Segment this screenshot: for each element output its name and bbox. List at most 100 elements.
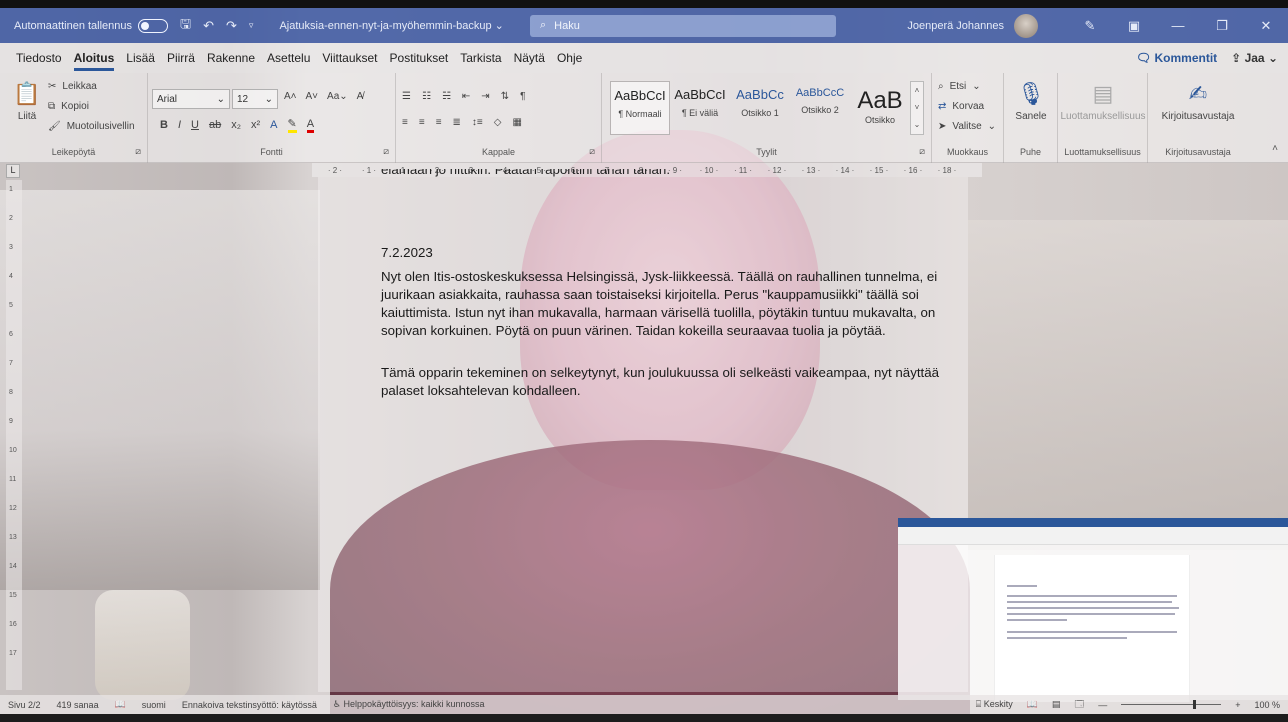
document-name[interactable]: Ajatuksia-ennen-nyt-ja-myöhemmin-backup …	[279, 19, 503, 32]
tab-review[interactable]: Tarkista	[454, 51, 507, 65]
paragraph-1[interactable]: Nyt olen Itis-ostoskeskuksessa Helsingis…	[381, 268, 941, 340]
paragraph-2[interactable]: Tämä opparin tekeminen on selkeytynyt, k…	[381, 364, 941, 400]
zoom-in-icon[interactable]: +	[1235, 700, 1240, 710]
zoom-level[interactable]: 100 %	[1254, 700, 1280, 710]
language[interactable]: suomi	[142, 700, 166, 710]
align-left-icon[interactable]: ≡	[402, 117, 408, 128]
web-layout-icon[interactable]: 🗔	[1074, 697, 1084, 713]
autosave-control[interactable]: Automaattinen tallennus	[14, 18, 169, 33]
sensitivity-button[interactable]: ▤ Luottamuksellisuus	[1058, 81, 1148, 122]
format-painter-button[interactable]: 🖌 Muotoilusivellin	[48, 121, 135, 132]
pilcrow-icon[interactable]: ¶	[520, 91, 525, 102]
select-button[interactable]: ➤ Valitse ⌄	[938, 121, 996, 132]
multilevel-list-icon[interactable]: ☵	[442, 91, 451, 102]
tab-home[interactable]: Aloitus	[68, 51, 121, 71]
proofing-icon[interactable]: 📖	[115, 699, 126, 710]
tab-selector[interactable]: L	[6, 164, 20, 178]
tab-references[interactable]: Viittaukset	[316, 51, 383, 65]
shading-icon[interactable]: ◇	[494, 117, 502, 128]
restore-icon[interactable]: ❐	[1200, 18, 1244, 34]
autosave-toggle[interactable]	[138, 18, 169, 33]
tab-design[interactable]: Rakenne	[201, 51, 261, 65]
print-layout-icon[interactable]: ▤	[1052, 699, 1061, 710]
line-spacing-icon[interactable]: ↕≡	[472, 117, 483, 128]
collapse-ribbon-icon[interactable]: ˄	[1272, 143, 1278, 154]
entry-date[interactable]: 7.2.2023	[381, 245, 433, 260]
zoom-out-icon[interactable]: —	[1098, 700, 1107, 710]
paste-button[interactable]: 📋 Liitä	[12, 81, 42, 122]
style-heading1[interactable]: AaBbCc Otsikko 1	[730, 81, 790, 135]
predictive-text[interactable]: Ennakoiva tekstinsyöttö: käytössä	[182, 700, 317, 710]
style-no-spacing[interactable]: AaBbCcI ¶ Ei väliä	[670, 81, 730, 135]
ribbon-display-icon[interactable]: ▣	[1112, 18, 1156, 34]
shrink-font-icon[interactable]: A˅	[306, 91, 319, 102]
font-size-select[interactable]: 12 ⌄	[232, 89, 278, 109]
style-title[interactable]: AaB Otsikko	[850, 81, 910, 135]
text-effects-icon[interactable]: A	[270, 119, 277, 131]
superscript-icon[interactable]: x²	[251, 119, 260, 131]
close-icon[interactable]: ✕	[1244, 18, 1288, 34]
zoom-knob[interactable]	[1193, 700, 1197, 709]
user-name[interactable]: Joenperä Johannes	[907, 20, 1004, 32]
clear-format-icon[interactable]: A̸	[357, 91, 364, 102]
tab-help[interactable]: Ohje	[551, 51, 588, 65]
strikethrough-icon[interactable]: ab	[209, 119, 221, 131]
tab-draw[interactable]: Piirrä	[161, 51, 201, 65]
minimize-icon[interactable]: —	[1156, 18, 1200, 33]
page-count[interactable]: Sivu 2/2	[8, 700, 41, 710]
clipboard-launcher-icon[interactable]: ⧄	[135, 146, 141, 157]
style-normal[interactable]: AaBbCcI ¶ Normaali	[610, 81, 670, 135]
style-heading2[interactable]: AaBbCcC Otsikko 2	[790, 81, 850, 135]
tab-insert[interactable]: Lisää	[120, 51, 161, 65]
replace-button[interactable]: ⇄ Korvaa	[938, 101, 984, 112]
vertical-ruler[interactable]: 1 2 3 4 5 6 7 8 9 10 11 12 13 14 15 16 17	[6, 180, 22, 690]
search-box[interactable]: ⌕ Haku	[530, 14, 836, 37]
tab-layout[interactable]: Asettelu	[261, 51, 316, 65]
share-button[interactable]: ⇪ Jaa ⌄	[1231, 51, 1278, 65]
justify-icon[interactable]: ≣	[453, 117, 461, 128]
undo-icon[interactable]: ↶	[203, 18, 214, 34]
highlight-icon[interactable]: ✎	[287, 117, 297, 133]
font-size-value: 12	[237, 93, 249, 105]
font-color-icon[interactable]: A	[306, 118, 315, 133]
font-family-select[interactable]: Arial ⌄	[152, 89, 230, 109]
accessibility-status[interactable]: ♿ Helppokäyttöisyys: kaikki kunnossa	[333, 699, 485, 710]
copy-button[interactable]: ⧉ Kopioi	[48, 101, 89, 112]
align-center-icon[interactable]: ≡	[419, 117, 425, 128]
customize-qat-icon[interactable]: ▿	[249, 20, 254, 31]
styles-launcher-icon[interactable]: ⧄	[919, 146, 925, 157]
focus-button[interactable]: ⌸ Keskity	[976, 699, 1013, 710]
increase-indent-icon[interactable]: ⇥	[481, 91, 489, 102]
italic-icon[interactable]: I	[178, 119, 181, 131]
subscript-icon[interactable]: x₂	[231, 119, 241, 131]
redo-icon[interactable]: ↷	[226, 18, 237, 34]
avatar[interactable]	[1014, 13, 1038, 38]
bullets-icon[interactable]: ☰	[402, 91, 411, 102]
styles-scroll[interactable]: ˄ ˅ ⌄	[910, 81, 924, 135]
paragraph-launcher-icon[interactable]: ⧄	[589, 146, 595, 157]
tab-file[interactable]: Tiedosto	[10, 51, 68, 65]
tab-mailings[interactable]: Postitukset	[384, 51, 455, 65]
tab-view[interactable]: Näytä	[508, 51, 551, 65]
borders-icon[interactable]: ▦	[512, 117, 521, 128]
dictate-button[interactable]: 🎙 Sanele	[1004, 81, 1058, 122]
editor-button[interactable]: ✍ Kirjoitusavustaja	[1148, 81, 1248, 122]
align-right-icon[interactable]: ≡	[436, 117, 442, 128]
zoom-slider[interactable]	[1121, 700, 1222, 709]
find-button[interactable]: ⌕ Etsi ⌄	[938, 81, 981, 92]
pen-icon[interactable]: ✎	[1068, 18, 1112, 34]
change-case-icon[interactable]: Aa⌄	[327, 91, 348, 102]
grow-font-icon[interactable]: A˄	[284, 91, 297, 102]
font-launcher-icon[interactable]: ⧄	[383, 146, 389, 157]
background-shelf	[968, 220, 1288, 550]
numbering-icon[interactable]: ☷	[422, 91, 431, 102]
save-icon[interactable]: 🖫	[180, 15, 191, 37]
bold-icon[interactable]: B	[160, 119, 168, 131]
decrease-indent-icon[interactable]: ⇤	[462, 91, 470, 102]
sort-icon[interactable]: ⇅	[501, 91, 509, 102]
read-mode-icon[interactable]: 📖	[1027, 699, 1038, 710]
comments-button[interactable]: 🗨 Kommentit	[1136, 51, 1217, 65]
cut-button[interactable]: ✂ Leikkaa	[48, 81, 97, 92]
word-count[interactable]: 419 sanaa	[57, 700, 99, 710]
underline-icon[interactable]: U	[191, 119, 199, 131]
